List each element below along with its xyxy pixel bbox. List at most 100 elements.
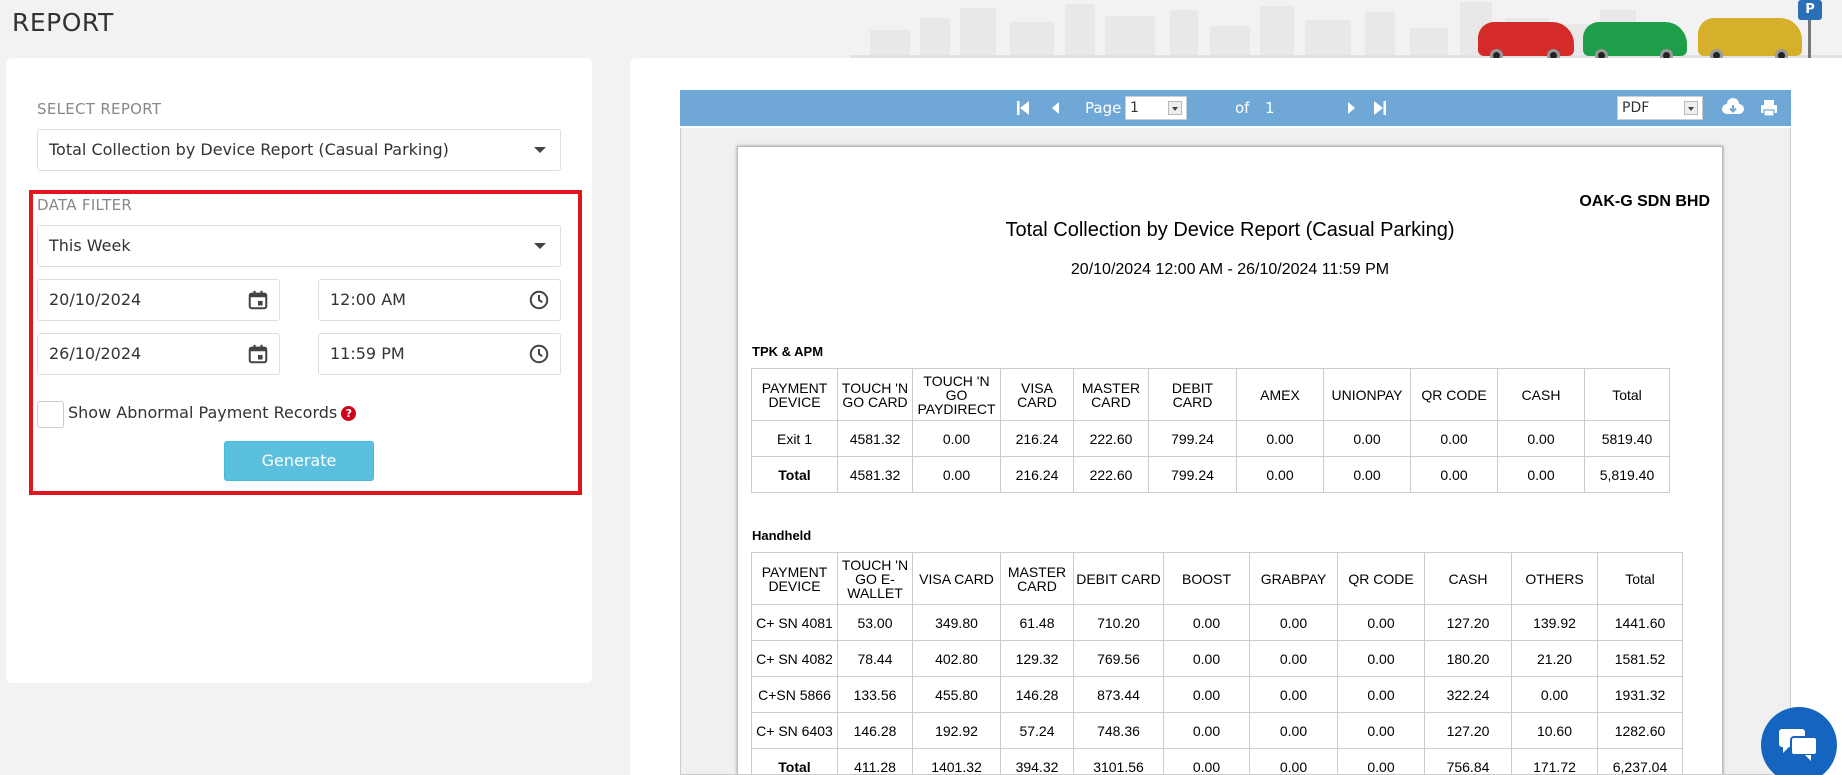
print-icon[interactable] bbox=[1759, 98, 1779, 118]
table-cell: Exit 1 bbox=[751, 420, 838, 457]
table-cell: 0.00 bbox=[1236, 420, 1324, 457]
table-cell: 0.00 bbox=[912, 456, 1001, 493]
column-header: BOOST bbox=[1163, 552, 1250, 605]
table-cell: 349.80 bbox=[912, 604, 1001, 641]
table-cell: 1282.60 bbox=[1597, 712, 1683, 749]
table-cell: 0.00 bbox=[1410, 420, 1498, 457]
data-filter-label: DATA FILTER bbox=[37, 196, 133, 214]
table-cell: 0.00 bbox=[912, 420, 1001, 457]
report-type-value: Total Collection by Device Report (Casua… bbox=[49, 140, 449, 159]
table-cell: 21.20 bbox=[1511, 640, 1598, 677]
help-icon[interactable]: ? bbox=[341, 406, 357, 421]
table-cell: 216.24 bbox=[1000, 420, 1074, 457]
table-cell: 146.28 bbox=[1000, 676, 1074, 713]
table-cell: 139.92 bbox=[1511, 604, 1598, 641]
table-cell: 1931.32 bbox=[1597, 676, 1683, 713]
column-header: OTHERS bbox=[1511, 552, 1598, 605]
table-cell: 6,237.04 bbox=[1597, 748, 1683, 774]
table-cell: 1401.32 bbox=[912, 748, 1001, 774]
column-header: VISA CARD bbox=[1000, 368, 1074, 421]
start-time-field[interactable]: 12:00 AM bbox=[318, 279, 561, 321]
end-date-value: 26/10/2024 bbox=[49, 344, 142, 363]
table-cell: 0.00 bbox=[1249, 676, 1338, 713]
chat-icon bbox=[1779, 729, 1818, 761]
section-title: Handheld bbox=[752, 528, 812, 543]
table-cell: 57.24 bbox=[1000, 712, 1074, 749]
table-cell: 3101.56 bbox=[1073, 748, 1164, 774]
table-row: Exit 1 4581.32 0.00 216.24 222.60 799.24… bbox=[751, 420, 1670, 457]
table-cell: 5819.40 bbox=[1584, 420, 1670, 457]
chevron-down-icon bbox=[1684, 101, 1698, 115]
report-type-select[interactable]: Total Collection by Device Report (Casua… bbox=[37, 129, 561, 171]
report-title: Total Collection by Device Report (Casua… bbox=[1005, 219, 1455, 241]
table-cell: 129.32 bbox=[1000, 640, 1074, 677]
end-time-field[interactable]: 11:59 PM bbox=[318, 333, 561, 375]
table-cell: Total bbox=[751, 456, 838, 493]
table-cell: Total bbox=[751, 748, 838, 774]
table-cell: 133.56 bbox=[837, 676, 913, 713]
end-date-field[interactable]: 26/10/2024 bbox=[37, 333, 280, 375]
period-select[interactable]: This Week bbox=[37, 225, 561, 267]
page-select-value: 1 bbox=[1130, 100, 1139, 116]
chevron-down-icon bbox=[534, 243, 546, 249]
table-cell: 53.00 bbox=[837, 604, 913, 641]
section-title: TPK & APM bbox=[752, 344, 824, 359]
page-select[interactable]: 1 bbox=[1125, 96, 1187, 120]
table-cell: 0.00 bbox=[1497, 456, 1585, 493]
table-cell: 0.00 bbox=[1249, 712, 1338, 749]
table-header-row: PAYMENT DEVICE TOUCH 'N GO CARD TOUCH 'N… bbox=[751, 368, 1670, 421]
table-cell: 222.60 bbox=[1073, 456, 1149, 493]
start-date-field[interactable]: 20/10/2024 bbox=[37, 279, 280, 321]
clock-icon[interactable] bbox=[528, 289, 550, 311]
column-header: TOUCH 'N GO E-WALLET bbox=[837, 552, 913, 605]
column-header: UNIONPAY bbox=[1323, 368, 1411, 421]
table-cell: 0.00 bbox=[1163, 640, 1250, 677]
column-header: QR CODE bbox=[1337, 552, 1425, 605]
handheld-table: PAYMENT DEVICE TOUCH 'N GO E-WALLET VISA… bbox=[751, 552, 1683, 774]
table-cell: 0.00 bbox=[1249, 640, 1338, 677]
prev-page-icon[interactable] bbox=[1047, 99, 1065, 117]
download-icon[interactable] bbox=[1722, 98, 1744, 118]
table-cell: C+ SN 4082 bbox=[751, 640, 838, 677]
last-page-icon[interactable] bbox=[1370, 99, 1388, 117]
table-cell: 146.28 bbox=[837, 712, 913, 749]
column-header: CASH bbox=[1497, 368, 1585, 421]
total-pages: 1 bbox=[1265, 99, 1275, 117]
column-header: DEBIT CARD bbox=[1073, 552, 1164, 605]
table-row: C+ SN 6403 146.28 192.92 57.24 748.36 0.… bbox=[751, 712, 1683, 749]
generate-button[interactable]: Generate bbox=[224, 441, 374, 481]
calendar-icon[interactable] bbox=[247, 289, 269, 311]
of-label: of bbox=[1235, 99, 1250, 117]
table-cell: 61.48 bbox=[1000, 604, 1074, 641]
next-page-icon[interactable] bbox=[1342, 99, 1360, 117]
abnormal-payment-label-row: Show Abnormal Payment Records? bbox=[68, 403, 357, 422]
chevron-down-icon bbox=[534, 147, 546, 153]
table-row: C+ SN 4081 53.00 349.80 61.48 710.20 0.0… bbox=[751, 604, 1683, 641]
chat-widget-button[interactable] bbox=[1761, 707, 1837, 775]
table-cell: 0.00 bbox=[1323, 456, 1411, 493]
table-cell: 0.00 bbox=[1249, 748, 1338, 774]
abnormal-payment-checkbox[interactable] bbox=[37, 401, 64, 428]
table-cell: 0.00 bbox=[1337, 712, 1425, 749]
table-cell: 322.24 bbox=[1424, 676, 1512, 713]
clock-icon[interactable] bbox=[528, 343, 550, 365]
table-row: C+ SN 4082 78.44 402.80 129.32 769.56 0.… bbox=[751, 640, 1683, 677]
table-cell: 127.20 bbox=[1424, 604, 1512, 641]
column-header: Total bbox=[1584, 368, 1670, 421]
parking-logo-icon: P bbox=[1798, 0, 1822, 20]
select-report-label: SELECT REPORT bbox=[37, 100, 162, 118]
table-cell: 222.60 bbox=[1073, 420, 1149, 457]
table-cell: 192.92 bbox=[912, 712, 1001, 749]
table-cell: 4581.32 bbox=[837, 420, 913, 457]
page-title: REPORT bbox=[12, 8, 114, 37]
column-header: CASH bbox=[1424, 552, 1512, 605]
table-cell: 873.44 bbox=[1073, 676, 1164, 713]
first-page-icon[interactable] bbox=[1015, 99, 1033, 117]
table-cell: 0.00 bbox=[1511, 676, 1598, 713]
calendar-icon[interactable] bbox=[247, 343, 269, 365]
report-document-viewer[interactable]: OAK-G SDN BHD Total Collection by Device… bbox=[680, 128, 1791, 775]
column-header: VISA CARD bbox=[912, 552, 1001, 605]
table-cell: C+ SN 6403 bbox=[751, 712, 838, 749]
table-cell: 710.20 bbox=[1073, 604, 1164, 641]
export-format-select[interactable]: PDF bbox=[1617, 96, 1703, 120]
